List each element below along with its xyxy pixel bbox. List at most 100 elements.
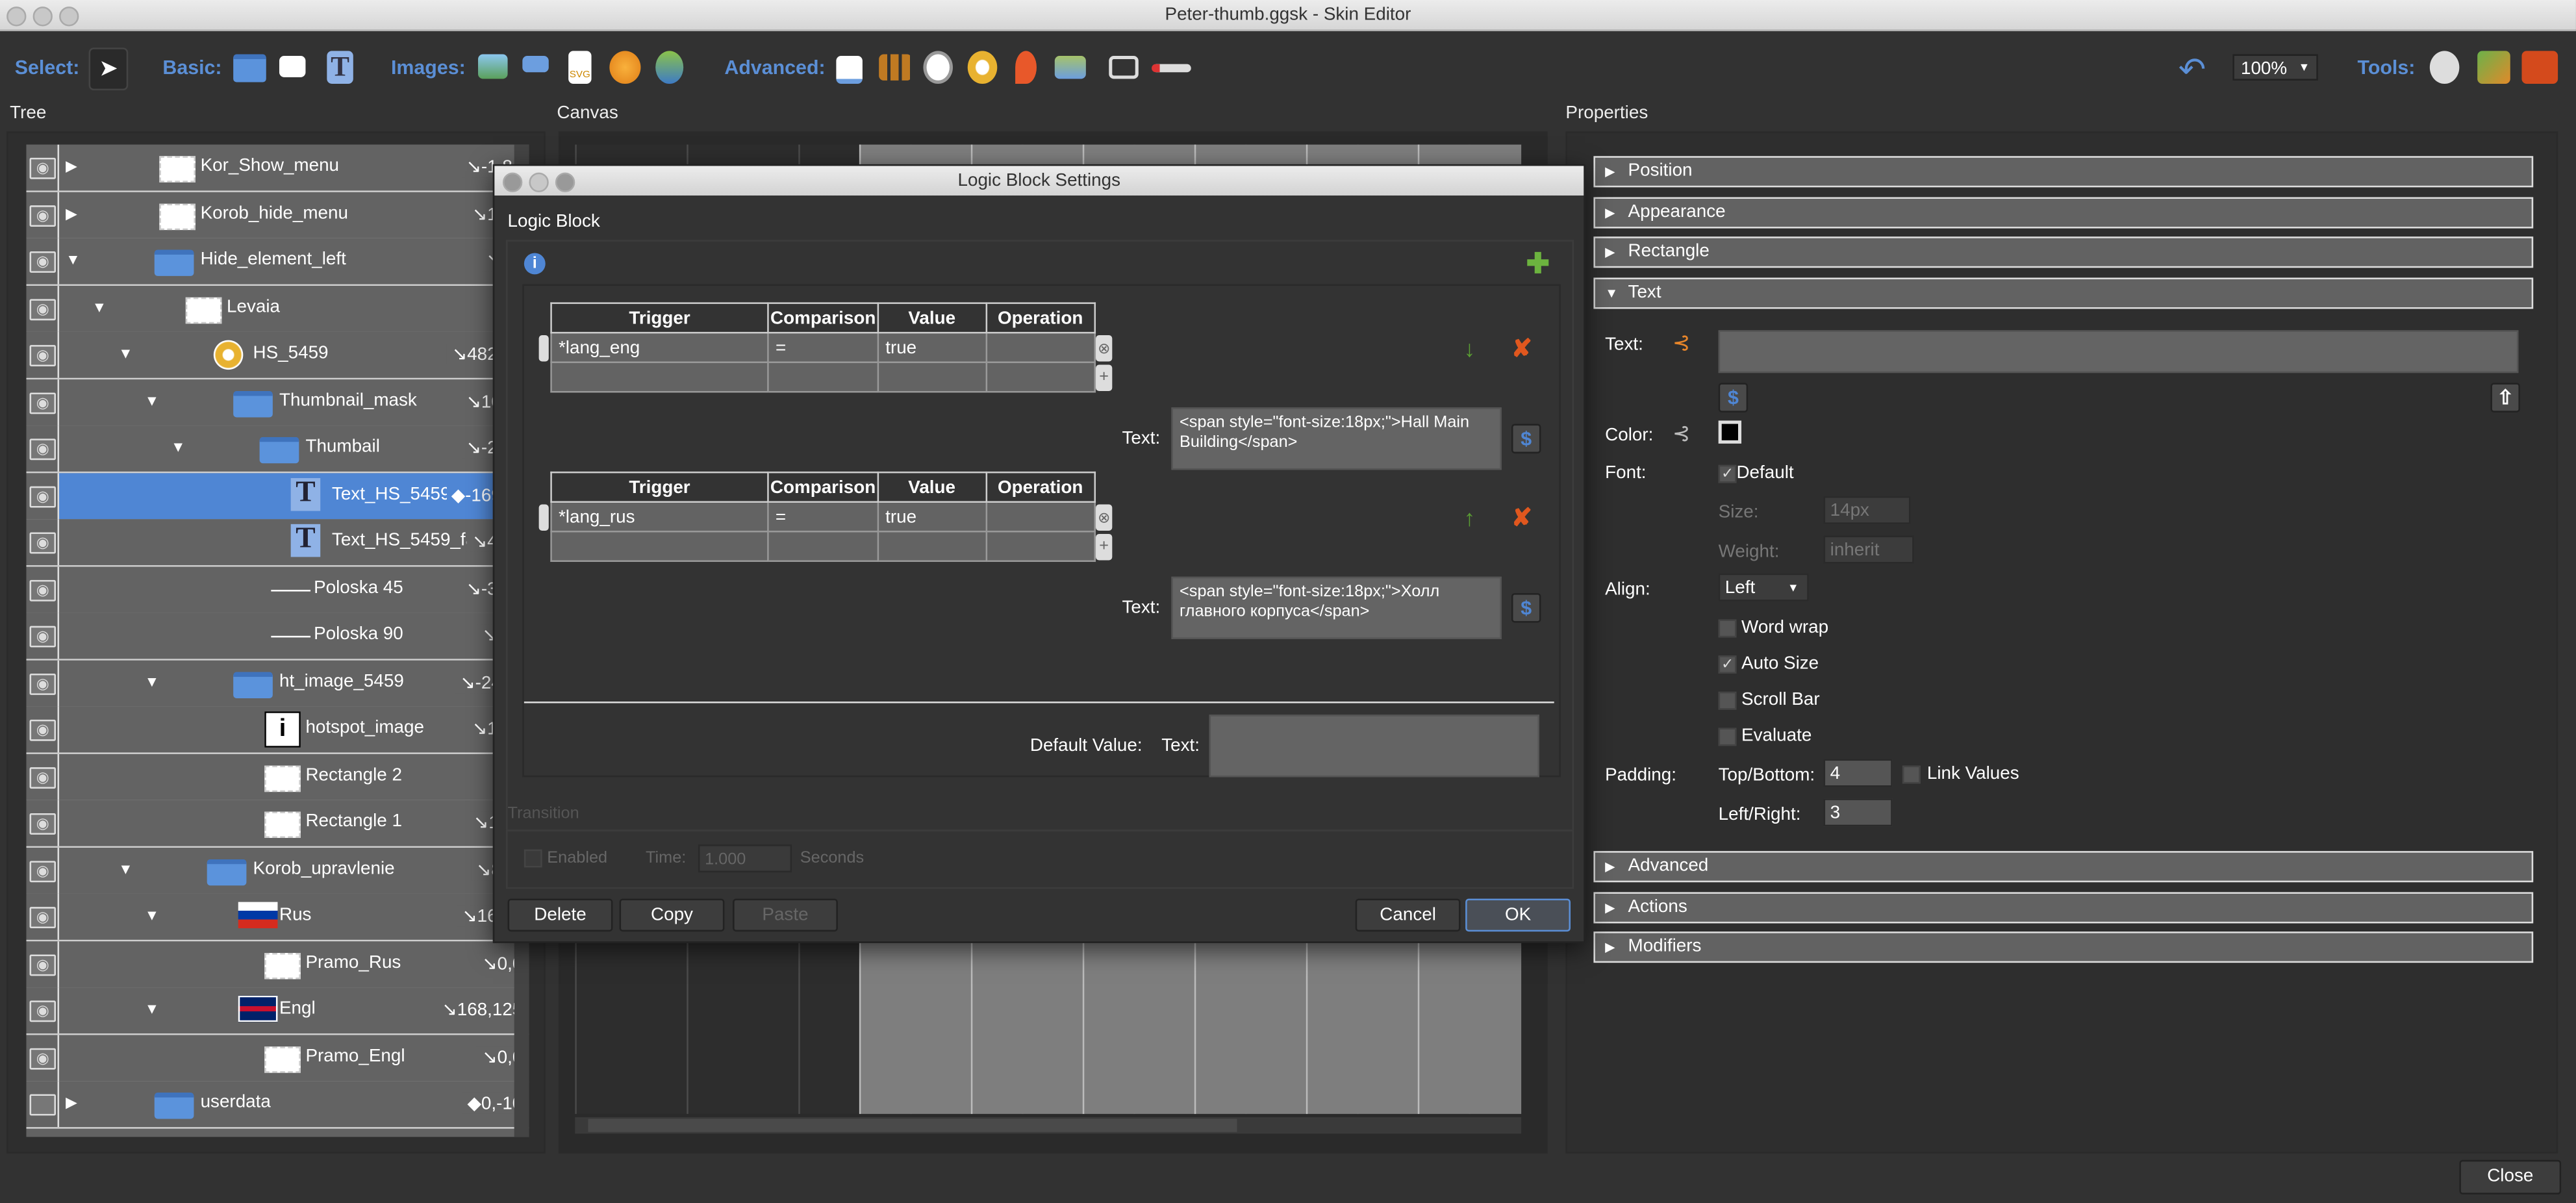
slider-icon[interactable]: [1152, 64, 1191, 73]
value-cell[interactable]: true: [877, 501, 987, 533]
tree-row-content[interactable]: ▶Korob_hide_menu↘12,1: [57, 191, 529, 238]
panorama-icon[interactable]: [609, 51, 641, 84]
tree-row[interactable]: ▶ userdata ◆0,-10: [26, 1081, 529, 1129]
eye-icon[interactable]: ◉: [29, 298, 56, 320]
tree-row-content[interactable]: ▼Levaia↘-2: [57, 285, 529, 331]
collapse-arrow-icon[interactable]: ▼: [145, 392, 160, 408]
tree-row-content[interactable]: Rectangle 1↘11,1: [57, 800, 529, 846]
move-down-icon[interactable]: ↓: [1464, 335, 1476, 361]
eye-icon[interactable]: ◉: [29, 157, 56, 179]
default-text-input[interactable]: [1209, 715, 1539, 778]
word-wrap-checkbox[interactable]: [1718, 619, 1737, 638]
scroll-bar-checkbox[interactable]: [1718, 691, 1737, 710]
eye-icon[interactable]: ◉: [29, 204, 56, 226]
tree-row[interactable]: ◉ Pramo_Engl ↘0,0: [26, 1034, 529, 1082]
left-right-spinner[interactable]: 3: [1823, 798, 1893, 827]
dialog-minimize-button[interactable]: [529, 172, 549, 192]
collapse-arrow-icon[interactable]: ▼: [118, 860, 133, 876]
size-spinner[interactable]: 14px: [1823, 496, 1911, 524]
collapse-arrow-icon[interactable]: ▼: [66, 251, 81, 268]
tour-tool-icon[interactable]: [2477, 51, 2510, 84]
tree-row-content[interactable]: Pramo_Rus ↘0,0: [57, 941, 529, 987]
eye-icon[interactable]: ◉: [29, 579, 56, 601]
tree-row[interactable]: ◉Poloska 45↘-31,9: [26, 566, 529, 614]
eye-icon[interactable]: ◉: [29, 672, 56, 694]
block-text-input[interactable]: <span style="font-size:18px;">Холл главн…: [1171, 576, 1502, 639]
svg-icon[interactable]: SVG: [568, 51, 592, 84]
eye-icon[interactable]: ◉: [29, 438, 56, 461]
visibility-checkbox[interactable]: [29, 1094, 56, 1116]
text-prop-input[interactable]: [1718, 330, 2519, 374]
timer-icon[interactable]: [923, 51, 953, 84]
undo-icon[interactable]: ↶: [2178, 49, 2206, 90]
drag-handle-icon[interactable]: [538, 504, 549, 531]
tree-row[interactable]: ◉▶Korob_hide_menu↘12,1: [26, 191, 529, 240]
eye-icon[interactable]: ◉: [29, 813, 56, 835]
collapse-arrow-icon[interactable]: ▼: [145, 907, 160, 923]
collapse-arrow-icon[interactable]: ▼: [145, 1000, 160, 1017]
tree-row-content[interactable]: ▶ userdata ◆0,-10: [57, 1081, 529, 1128]
minimize-window-button[interactable]: [32, 6, 53, 27]
projected-image-icon[interactable]: [655, 51, 684, 84]
text-editor-expand-button[interactable]: ⇧: [2490, 383, 2520, 412]
collapse-arrow-icon[interactable]: ▼: [92, 298, 107, 314]
rectangle-icon[interactable]: [279, 55, 306, 77]
zoom-level-select[interactable]: 100% ▼: [2232, 54, 2318, 81]
value-cell[interactable]: true: [877, 331, 987, 363]
video-icon[interactable]: [1109, 55, 1139, 79]
time-spinner[interactable]: 1.000: [698, 844, 792, 873]
scroll-area-icon[interactable]: [836, 55, 863, 84]
evaluate-checkbox[interactable]: [1718, 728, 1737, 746]
tree-row-content[interactable]: ihotspot_image↘17,1: [57, 706, 529, 753]
cancel-button[interactable]: Cancel: [1355, 898, 1461, 932]
tree-row[interactable]: ◉▼Thumbnail_mask↘10,-9: [26, 379, 529, 427]
tree-row-content[interactable]: ▼ Engl ↘168,125: [57, 987, 529, 1033]
dialog-zoom-button[interactable]: [555, 172, 575, 192]
hotspot-icon[interactable]: [967, 51, 998, 84]
empty-condition-row[interactable]: [550, 361, 1096, 393]
delete-button[interactable]: Delete: [507, 898, 613, 932]
info-icon[interactable]: i: [524, 253, 546, 275]
font-default-checkbox[interactable]: ✓: [1718, 464, 1737, 483]
tree-row[interactable]: ◉Rectangle 2↘9,: [26, 753, 529, 802]
trigger-cell[interactable]: *lang_rus: [550, 501, 769, 533]
select-arrow-tool[interactable]: ➤: [88, 47, 129, 91]
paste-button[interactable]: Paste: [733, 898, 838, 932]
tree-row[interactable]: ◉ Pramo_Rus ↘0,0: [26, 941, 529, 989]
tree-row-content[interactable]: ▼ ht_image_5459 ↘-24,-2: [57, 659, 529, 706]
scrollbar-thumb[interactable]: [588, 1119, 1237, 1132]
tree-row[interactable]: ◉▶Kor_Show_menu↘-1,84: [26, 144, 529, 192]
search-tool-icon[interactable]: [2429, 51, 2460, 84]
expand-arrow-icon[interactable]: ▶: [66, 158, 77, 176]
tree-row[interactable]: ◉▼Thumbail↘-276,: [26, 425, 529, 474]
castle-tool-icon[interactable]: [2521, 51, 2558, 84]
add-condition-icon[interactable]: +: [1096, 364, 1113, 391]
variable-dollar-button[interactable]: $: [1511, 424, 1541, 454]
tree-row[interactable]: ◉ ▼ HS_5459 ↘482,21: [26, 331, 529, 380]
section-text[interactable]: ▼ Text: [1593, 277, 2534, 309]
transition-enabled-checkbox[interactable]: [524, 849, 542, 868]
tree-row[interactable]: ◉▼Korob_upravlenie↘8,-4: [26, 846, 529, 895]
image-icon[interactable]: [478, 54, 508, 79]
eye-icon[interactable]: ◉: [29, 251, 56, 273]
condition-row[interactable]: *lang_rus = true: [550, 501, 1096, 533]
eye-icon[interactable]: ◉: [29, 907, 56, 929]
tree-row-content[interactable]: ▶Kor_Show_menu↘-1,84: [57, 144, 529, 191]
color-link-icon[interactable]: ⊰: [1673, 421, 1691, 447]
color-swatch[interactable]: [1718, 420, 1742, 444]
empty-condition-row[interactable]: [550, 530, 1096, 563]
eye-icon[interactable]: ◉: [29, 766, 56, 788]
trigger-cell[interactable]: *lang_eng: [550, 331, 769, 363]
map-icon[interactable]: [1054, 55, 1086, 79]
tree-row[interactable]: ◉Rectangle 1↘11,1: [26, 800, 529, 848]
section-appearance[interactable]: ▶ Appearance: [1593, 197, 2534, 229]
tree-row-content[interactable]: ▼Hide_element_left↘0,-: [57, 238, 529, 285]
close-window-button[interactable]: [6, 6, 27, 27]
collapse-arrow-icon[interactable]: ▼: [145, 673, 160, 689]
copy-button[interactable]: Copy: [619, 898, 725, 932]
eye-icon[interactable]: ◉: [29, 392, 56, 414]
section-position[interactable]: ▶ Position: [1593, 156, 2534, 188]
variable-dollar-button[interactable]: $: [1511, 593, 1541, 623]
eye-icon[interactable]: ◉: [29, 485, 56, 507]
tree-row[interactable]: ◉ ▼ ht_image_5459 ↘-24,-2: [26, 659, 529, 707]
